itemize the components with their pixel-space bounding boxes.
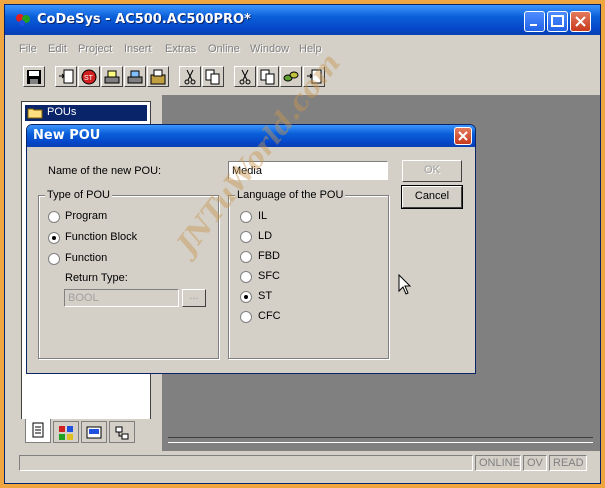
title-bar[interactable]: CoDeSys - AC500.AC500PRO* xyxy=(5,5,600,35)
mouse-cursor-icon xyxy=(398,274,412,295)
menu-file[interactable]: File xyxy=(19,43,37,55)
organizer-tabs xyxy=(21,419,151,447)
save-button[interactable] xyxy=(23,66,45,87)
stop-button[interactable]: ST xyxy=(78,66,100,87)
visualization-icon xyxy=(86,426,102,439)
radio-program[interactable] xyxy=(48,211,60,223)
data-types-icon xyxy=(59,426,73,440)
pous-tree-node[interactable]: POUs xyxy=(25,105,147,121)
cut-button-2[interactable] xyxy=(234,66,256,87)
radio-il[interactable] xyxy=(240,211,252,223)
pous-label: POUs xyxy=(47,106,77,118)
radio-function[interactable] xyxy=(48,253,60,265)
menu-extras[interactable]: Extras xyxy=(165,43,196,55)
sfc-label: SFC xyxy=(258,270,280,282)
resources-icon xyxy=(115,426,129,440)
dialog-close-button[interactable] xyxy=(454,127,472,145)
close-icon xyxy=(575,16,586,27)
radio-fbd[interactable] xyxy=(240,251,252,263)
codesys-app-icon xyxy=(16,14,30,26)
status-ov: OV xyxy=(523,455,547,471)
cut-button[interactable] xyxy=(179,66,201,87)
window-title: CoDeSys - AC500.AC500PRO* xyxy=(37,12,251,27)
radio-cfc[interactable] xyxy=(240,311,252,323)
fbd-label: FBD xyxy=(258,250,280,262)
radio-function-block[interactable] xyxy=(48,232,60,244)
close-button[interactable] xyxy=(570,11,591,32)
menu-window[interactable]: Window xyxy=(250,43,289,55)
minimize-icon xyxy=(530,24,537,26)
tab-data-types[interactable] xyxy=(53,421,79,443)
scissors-icon xyxy=(239,69,251,85)
name-label: Name of the new POU: xyxy=(48,165,162,177)
cfc-label: CFC xyxy=(258,310,281,322)
maximize-icon xyxy=(551,15,564,27)
maximize-button[interactable] xyxy=(547,11,568,32)
menu-edit[interactable]: Edit xyxy=(48,43,67,55)
tab-pous[interactable] xyxy=(25,419,51,443)
svg-text:ST: ST xyxy=(84,75,94,82)
copy-icon xyxy=(205,69,220,85)
download-button[interactable] xyxy=(55,66,77,87)
menu-project[interactable]: Project xyxy=(78,43,112,55)
scissors-icon xyxy=(184,69,196,85)
tab-visualizations[interactable] xyxy=(81,421,107,443)
dialog-title: New POU xyxy=(33,128,101,143)
document-icon xyxy=(32,422,44,438)
radio-ld[interactable] xyxy=(240,231,252,243)
tab-resources[interactable] xyxy=(109,421,135,443)
function-block-label: Function Block xyxy=(65,231,138,243)
st-label: ST xyxy=(258,290,273,302)
return-type-label: Return Type: xyxy=(65,272,128,284)
close-icon xyxy=(458,131,468,141)
type-of-pou-title: Type of POU xyxy=(45,189,112,201)
ok-button[interactable]: OK xyxy=(402,160,462,182)
logout-button[interactable] xyxy=(124,66,146,87)
status-bar: ONLINE OV READ xyxy=(5,453,600,475)
save-icon xyxy=(27,70,41,84)
language-of-pou-title: Language of the POU xyxy=(235,189,346,201)
menu-bar: File Edit Project Insert Extras Online W… xyxy=(5,41,600,59)
function-label: Function xyxy=(65,252,108,264)
build-icon xyxy=(150,69,166,85)
status-read: READ xyxy=(549,455,587,471)
login-button[interactable] xyxy=(101,66,123,87)
minimize-button[interactable] xyxy=(524,11,545,32)
status-online: ONLINE xyxy=(475,455,521,471)
copy-button[interactable] xyxy=(202,66,224,87)
plc-login-icon xyxy=(104,70,120,84)
radio-st[interactable] xyxy=(240,291,252,303)
status-message xyxy=(19,455,473,471)
copy-icon xyxy=(260,69,275,85)
copy-button-2[interactable] xyxy=(257,66,279,87)
horizontal-splitter[interactable] xyxy=(168,437,593,443)
ld-label: LD xyxy=(258,230,273,242)
folder-icon xyxy=(27,108,43,119)
return-type-input[interactable]: BOOL xyxy=(64,289,179,307)
menu-online[interactable]: Online xyxy=(208,43,240,55)
il-label: IL xyxy=(258,210,268,222)
return-type-browse-button[interactable]: ... xyxy=(182,289,206,307)
language-of-pou-group: Language of the POU xyxy=(228,189,389,359)
menu-insert[interactable]: Insert xyxy=(124,43,152,55)
download-icon xyxy=(59,69,74,84)
cancel-button[interactable]: Cancel xyxy=(401,185,463,209)
stop-icon: ST xyxy=(81,69,97,85)
program-label: Program xyxy=(65,210,108,222)
radio-sfc[interactable] xyxy=(240,271,252,283)
build-button[interactable] xyxy=(147,66,169,87)
plc-logout-icon xyxy=(127,70,143,84)
